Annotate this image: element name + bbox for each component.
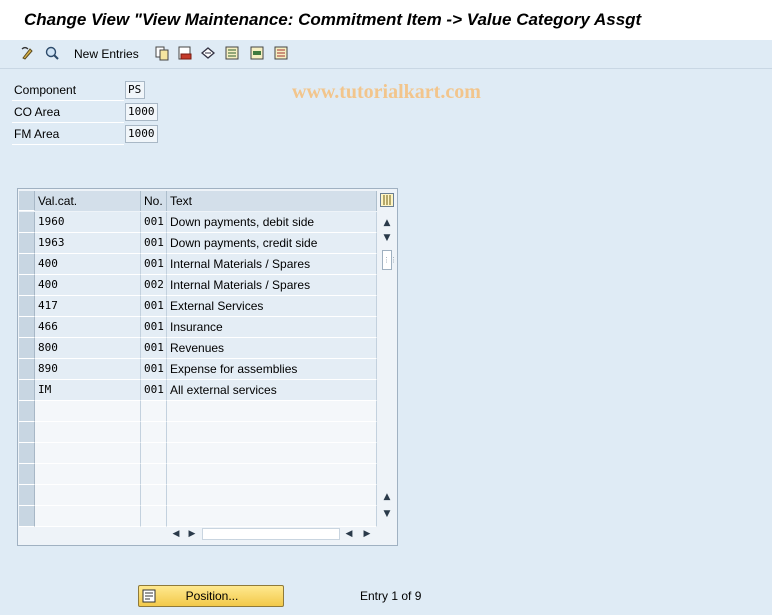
row-selector[interactable] [19,254,35,275]
scroll-down-icon[interactable]: ▼ [381,232,393,244]
cell-valcat[interactable]: 400 [35,275,141,296]
scroll-left-end-icon[interactable]: ◀ [343,528,355,540]
entry-count-text: Entry 1 of 9 [360,589,422,603]
column-header-text[interactable]: Text [167,191,377,211]
cell-valcat[interactable]: 466 [35,317,141,338]
cell-valcat[interactable]: 1963 [35,233,141,254]
row-selector[interactable] [19,443,35,464]
cell-no[interactable] [141,464,167,485]
row-selector[interactable] [19,275,35,296]
column-header-valcat[interactable]: Val.cat. [35,191,141,211]
scroll-right-icon[interactable]: ▶ [186,528,198,540]
row-selector[interactable] [19,359,35,380]
page-title: Change View "View Maintenance: Commitmen… [24,10,642,29]
cell-text[interactable]: Insurance [167,317,377,338]
cell-valcat[interactable] [35,464,141,485]
cell-text[interactable] [167,485,377,506]
cell-text[interactable]: All external services [167,380,377,401]
cell-text[interactable]: Internal Materials / Spares [167,275,377,296]
scroll-left-icon[interactable]: ◀ [170,528,182,540]
cell-text[interactable]: Expense for assemblies [167,359,377,380]
cell-no[interactable]: 001 [141,380,167,401]
delete-icon[interactable] [177,45,193,61]
cell-text[interactable] [167,422,377,443]
cell-no[interactable] [141,506,167,527]
application-toolbar: New Entries www.tutorialkart.com [0,40,772,103]
cell-no[interactable] [141,401,167,422]
cell-text[interactable] [167,401,377,422]
other-view-icon[interactable] [44,45,60,61]
row-selector[interactable] [19,485,35,506]
row-selector[interactable] [19,233,35,254]
horizontal-scroll-track[interactable] [202,528,340,540]
cell-valcat[interactable] [35,506,141,527]
component-field[interactable]: PS [125,81,145,99]
column-settings-icon[interactable] [380,193,394,207]
title-bar: Change View "View Maintenance: Commitmen… [0,0,772,40]
cell-no[interactable] [141,443,167,464]
cell-no[interactable]: 002 [141,275,167,296]
cell-valcat[interactable] [35,443,141,464]
cell-text[interactable]: Revenues [167,338,377,359]
row-selector[interactable] [19,506,35,527]
cell-valcat[interactable]: 1960 [35,212,141,233]
row-selector[interactable] [19,296,35,317]
scroll-right-end-icon[interactable]: ▶ [361,528,373,540]
scroll-up-bottom-icon[interactable]: ▲ [381,491,393,503]
value-category-table: Val.cat. No. Text 1960 001 Down payments, … [17,188,398,546]
cell-no[interactable]: 001 [141,233,167,254]
cell-text[interactable]: Down payments, credit side [167,233,377,254]
co-area-label: CO Area [12,102,124,123]
row-selector[interactable] [19,338,35,359]
cell-text[interactable] [167,464,377,485]
watermark: www.tutorialkart.com [292,81,481,103]
select-all-icon[interactable] [224,45,240,61]
row-selector[interactable] [19,212,35,233]
row-selector[interactable] [19,464,35,485]
co-area-field[interactable]: 1000 [125,103,158,121]
cell-text[interactable]: Down payments, debit side [167,212,377,233]
fm-area-field[interactable]: 1000 [125,125,158,143]
cell-no[interactable]: 001 [141,338,167,359]
cell-valcat[interactable] [35,485,141,506]
cell-no[interactable]: 001 [141,296,167,317]
cell-valcat[interactable]: 800 [35,338,141,359]
cell-valcat[interactable]: IM [35,380,141,401]
display-change-icon[interactable] [20,45,36,61]
position-button[interactable]: Position... [138,585,284,607]
copy-icon[interactable] [154,45,170,61]
cell-no[interactable]: 001 [141,254,167,275]
cell-valcat[interactable]: 890 [35,359,141,380]
fm-area-label: FM Area [12,124,124,145]
row-selector[interactable] [19,422,35,443]
cell-text[interactable] [167,506,377,527]
cell-valcat[interactable] [35,422,141,443]
select-all-rows-button[interactable] [19,191,35,211]
cell-text[interactable]: External Services [167,296,377,317]
cell-text[interactable] [167,443,377,464]
cell-no[interactable] [141,485,167,506]
undo-icon[interactable] [200,45,216,61]
cell-text[interactable]: Internal Materials / Spares [167,254,377,275]
scroll-thumb[interactable]: ⋮⋮ [382,250,397,270]
component-label: Component [12,80,124,101]
deselect-all-icon[interactable] [273,45,289,61]
scroll-down-bottom-icon[interactable]: ▼ [381,508,393,520]
cell-valcat[interactable]: 400 [35,254,141,275]
cell-no[interactable]: 001 [141,212,167,233]
cell-valcat[interactable]: 417 [35,296,141,317]
row-selector[interactable] [19,317,35,338]
row-selector[interactable] [19,380,35,401]
cell-no[interactable]: 001 [141,317,167,338]
cell-no[interactable]: 001 [141,359,167,380]
row-selector[interactable] [19,401,35,422]
cell-no[interactable] [141,422,167,443]
new-entries-button[interactable]: New Entries [74,47,139,61]
position-button-label: Position... [185,589,239,603]
select-block-icon[interactable] [249,45,265,61]
scroll-up-icon[interactable]: ▲ [381,217,393,229]
cell-valcat[interactable] [35,401,141,422]
column-header-no[interactable]: No. [141,191,167,211]
